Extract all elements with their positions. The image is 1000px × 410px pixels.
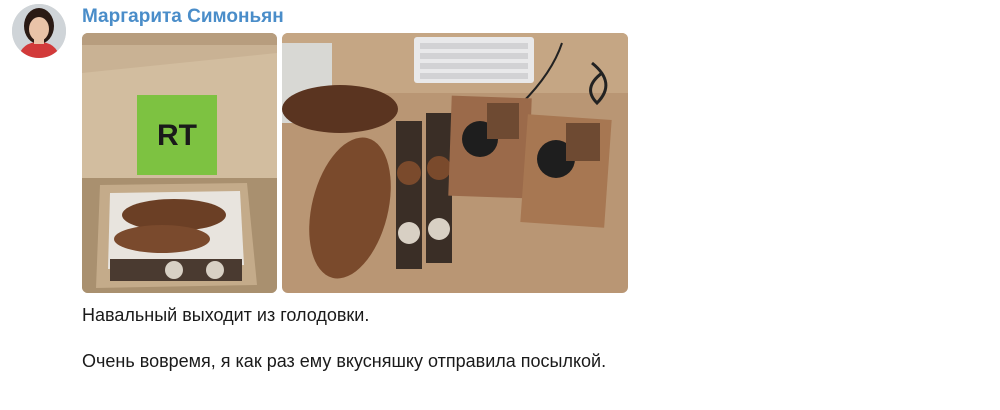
photo-album: RT — [82, 33, 628, 293]
rt-logo-text: RT — [157, 119, 197, 152]
photo-products-on-desk[interactable] — [282, 33, 628, 293]
rt-box-image: RT — [82, 33, 277, 293]
author-name[interactable]: Маргарита Симоньян — [82, 6, 284, 28]
author-avatar[interactable] — [12, 4, 66, 58]
telegram-post: Маргарита Симоньян RT Навальный выходит … — [0, 0, 1000, 410]
post-paragraph-1: Навальный выходит из голодовки. — [82, 305, 370, 325]
post-text: Навальный выходит из голодовки. Очень во… — [82, 304, 642, 373]
avatar-portrait-image — [12, 4, 66, 58]
products-on-desk-image — [282, 33, 628, 293]
post-paragraph-2: Очень вовремя, я как раз ему вкусняшку о… — [82, 351, 607, 371]
photo-rt-box[interactable]: RT — [82, 33, 277, 293]
